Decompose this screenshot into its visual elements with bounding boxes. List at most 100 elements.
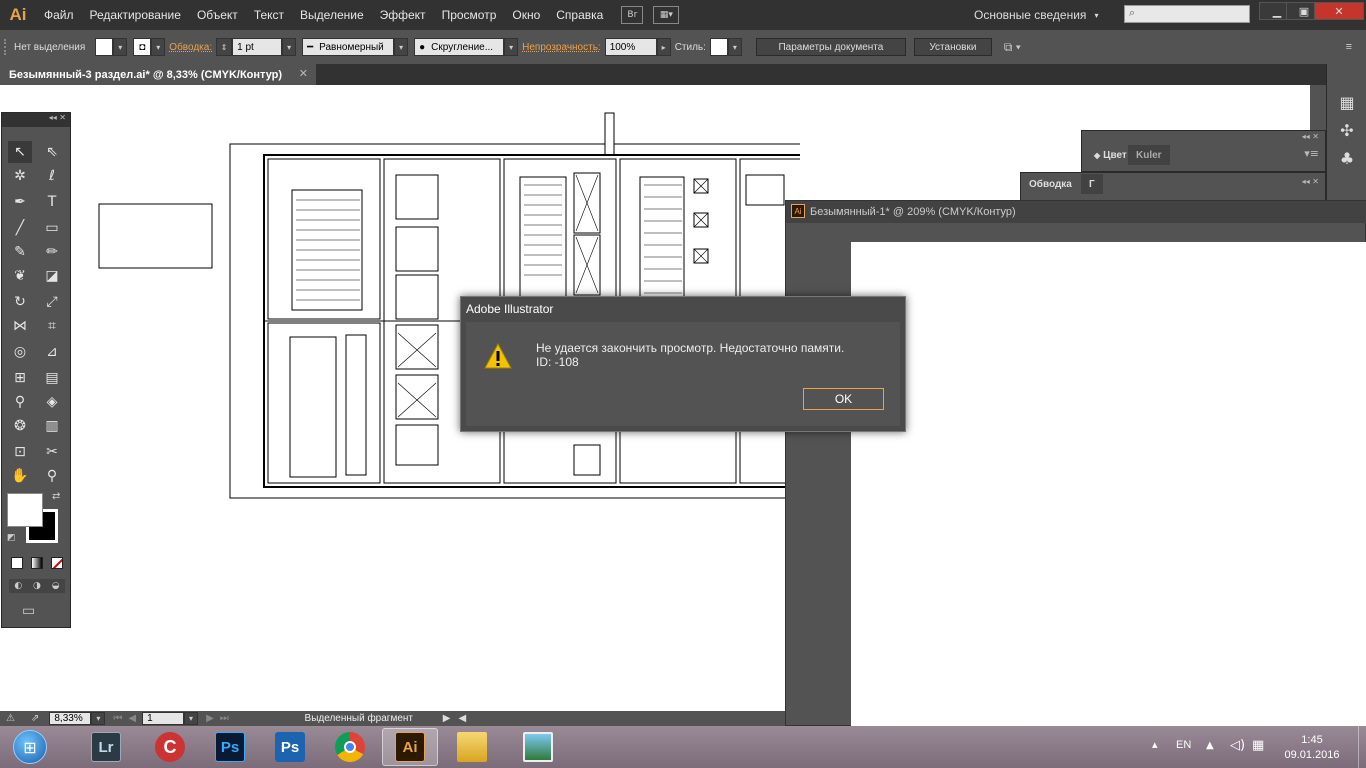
eraser-tool-icon[interactable]: ◪ <box>40 265 64 287</box>
volume-icon[interactable]: ◁) <box>1230 738 1245 753</box>
menu-file[interactable]: Файл <box>36 8 82 22</box>
blend-tool-icon[interactable]: ◈ <box>40 391 64 413</box>
menu-type[interactable]: Текст <box>246 8 292 22</box>
taskbar-ccleaner[interactable]: C <box>142 728 198 766</box>
taskbar-chrome[interactable] <box>322 728 378 766</box>
close-tab-icon[interactable]: ✕ <box>299 67 308 80</box>
menu-object[interactable]: Объект <box>189 8 246 22</box>
blob-brush-tool-icon[interactable]: ❦ <box>8 265 32 287</box>
last-artboard-icon[interactable]: ⏭ <box>220 713 229 724</box>
show-hidden-icons[interactable]: ▲ <box>1206 740 1214 751</box>
document-setup-button[interactable]: Параметры документа <box>755 38 906 56</box>
mesh-tool-icon[interactable]: ⊞ <box>8 367 32 389</box>
swap-colors-icon[interactable]: ⇄ <box>52 491 60 502</box>
prev-artboard-icon[interactable]: ◀ <box>128 713 136 724</box>
scroll-left-icon[interactable]: ◀ <box>458 713 466 724</box>
pencil-tool-icon[interactable]: ✏ <box>40 241 64 263</box>
profile-dropdown[interactable]: ▾ <box>394 38 409 56</box>
tab-gradient[interactable]: Г <box>1081 174 1103 194</box>
default-colors-icon[interactable]: ◩ <box>7 533 16 543</box>
bridge-button[interactable]: Br <box>621 6 644 24</box>
lasso-tool-icon[interactable]: ℓ <box>40 165 64 187</box>
taskbar-photoshop-2[interactable]: Ps <box>262 728 318 766</box>
slice-tool-icon[interactable]: ✂ <box>40 441 64 463</box>
symbols-panel-icon[interactable]: ♣ <box>1337 148 1357 168</box>
zoom-tool-icon[interactable]: ⚲ <box>40 465 64 487</box>
hand-tool-icon[interactable]: ✋ <box>8 465 32 487</box>
workspace-switcher[interactable]: Основные сведения ▾ <box>966 5 1112 25</box>
search-input[interactable]: ⌕ <box>1124 5 1250 23</box>
share-icon[interactable]: ⇗ <box>31 713 39 724</box>
fill-dropdown[interactable]: ▾ <box>113 38 128 56</box>
opacity-label[interactable]: Непрозрачность: <box>522 42 601 53</box>
close-button[interactable]: ✕ <box>1314 2 1364 20</box>
stroke-swatch-dropdown[interactable]: ▾ <box>151 38 166 56</box>
width-tool-icon[interactable]: ⋈ <box>8 315 32 337</box>
second-document-title-bar[interactable]: Ai Безымянный-1* @ 209% (CMYK/Контур) <box>786 201 1366 223</box>
arrange-documents-icon[interactable]: ▦▾ <box>653 6 680 24</box>
stroke-weight-stepper[interactable]: ⇕ <box>216 38 233 56</box>
eyedropper-tool-icon[interactable]: ⚲ <box>8 391 32 413</box>
stroke-swatch[interactable]: ◘ <box>133 38 152 56</box>
direct-selection-tool-icon[interactable]: ⇖ <box>40 141 64 163</box>
opacity-input[interactable]: 100% <box>604 38 657 56</box>
grid-panel-icon[interactable]: ▦ <box>1337 92 1357 112</box>
brush-dropdown[interactable]: ▾ <box>504 38 519 56</box>
line-tool-icon[interactable]: ╱ <box>8 217 32 239</box>
pen-tool-icon[interactable]: ✒ <box>8 191 32 213</box>
rectangle-tool-icon[interactable]: ▭ <box>40 217 64 239</box>
panel-menu-icon[interactable]: ≡ <box>1346 41 1352 53</box>
panel-menu-icon[interactable]: ▾≡ <box>1304 147 1319 160</box>
menu-edit[interactable]: Редактирование <box>82 8 189 22</box>
language-indicator[interactable]: EN <box>1176 739 1191 751</box>
zoom-input[interactable]: 8,33% <box>49 712 92 725</box>
tab-kuler[interactable]: Kuler <box>1128 145 1170 165</box>
color-mode-icon[interactable] <box>11 557 23 569</box>
tools-panel-header[interactable]: ◂◂ ✕ <box>2 113 70 127</box>
document-tab[interactable]: Безымянный-3 раздел.ai* @ 8,33% (CMYK/Ко… <box>0 64 316 85</box>
network-icon[interactable]: ▦ <box>1252 738 1264 753</box>
none-mode-icon[interactable] <box>51 557 63 569</box>
taskbar-explorer[interactable] <box>444 728 500 766</box>
screen-mode-icon[interactable]: ▭ <box>22 603 35 619</box>
scale-tool-icon[interactable]: ⤢ <box>40 291 64 313</box>
taskbar-lightroom[interactable]: Lr <box>78 728 134 766</box>
perspective-grid-tool-icon[interactable]: ⊿ <box>40 341 64 363</box>
menu-effect[interactable]: Эффект <box>372 8 434 22</box>
ok-button[interactable]: OK <box>803 388 884 410</box>
stroke-weight-dropdown[interactable]: ▾ <box>282 38 297 56</box>
start-button[interactable]: ⊞ <box>2 728 58 766</box>
brushes-panel-icon[interactable]: ✣ <box>1337 120 1357 140</box>
fill-color-box[interactable] <box>7 493 43 527</box>
gradient-tool-icon[interactable]: ▤ <box>40 367 64 389</box>
menu-window[interactable]: Окно <box>504 8 548 22</box>
menu-view[interactable]: Просмотр <box>434 8 505 22</box>
preferences-button[interactable]: Установки <box>913 38 992 56</box>
brush-definition[interactable]: ● Скругление... <box>414 38 505 56</box>
opacity-dropdown[interactable]: ▸ <box>656 38 671 56</box>
action-center-icon[interactable]: ▴ <box>1152 738 1158 751</box>
type-tool-icon[interactable]: T <box>40 191 64 213</box>
menu-select[interactable]: Выделение <box>292 8 372 22</box>
align-icon[interactable]: ⧉ ▾ <box>1004 40 1021 55</box>
column-graph-tool-icon[interactable]: ▥ <box>40 415 64 437</box>
collapse-panel-icon[interactable]: ◂◂ ✕ <box>1302 177 1319 186</box>
taskbar-photoshop-1[interactable]: Ps <box>202 728 258 766</box>
collapse-panel-icon[interactable]: ◂◂ ✕ <box>1302 132 1319 141</box>
next-artboard-icon[interactable]: ▶ <box>206 713 214 724</box>
shape-builder-tool-icon[interactable]: ◎ <box>8 341 32 363</box>
drawing-modes-icon[interactable]: ◐ ◑ ◒ <box>9 579 65 593</box>
magic-wand-tool-icon[interactable]: ✲ <box>8 165 32 187</box>
menu-help[interactable]: Справка <box>548 8 611 22</box>
system-clock[interactable]: 1:45 09.01.2016 <box>1272 733 1352 763</box>
first-artboard-icon[interactable]: ⏮ <box>113 713 122 724</box>
stroke-weight-input[interactable]: 1 pt <box>232 38 283 56</box>
selection-tool-icon[interactable]: ↖ <box>8 141 32 163</box>
symbol-sprayer-tool-icon[interactable]: ❂ <box>8 415 32 437</box>
rotate-tool-icon[interactable]: ↻ <box>8 291 32 313</box>
stroke-label[interactable]: Обводка: <box>169 42 212 53</box>
zoom-dropdown[interactable]: ▾ <box>91 712 106 725</box>
variable-width-profile[interactable]: ━ Равномерный <box>302 38 395 56</box>
fill-swatch[interactable] <box>95 38 114 56</box>
taskbar-illustrator[interactable]: Ai <box>382 728 438 766</box>
